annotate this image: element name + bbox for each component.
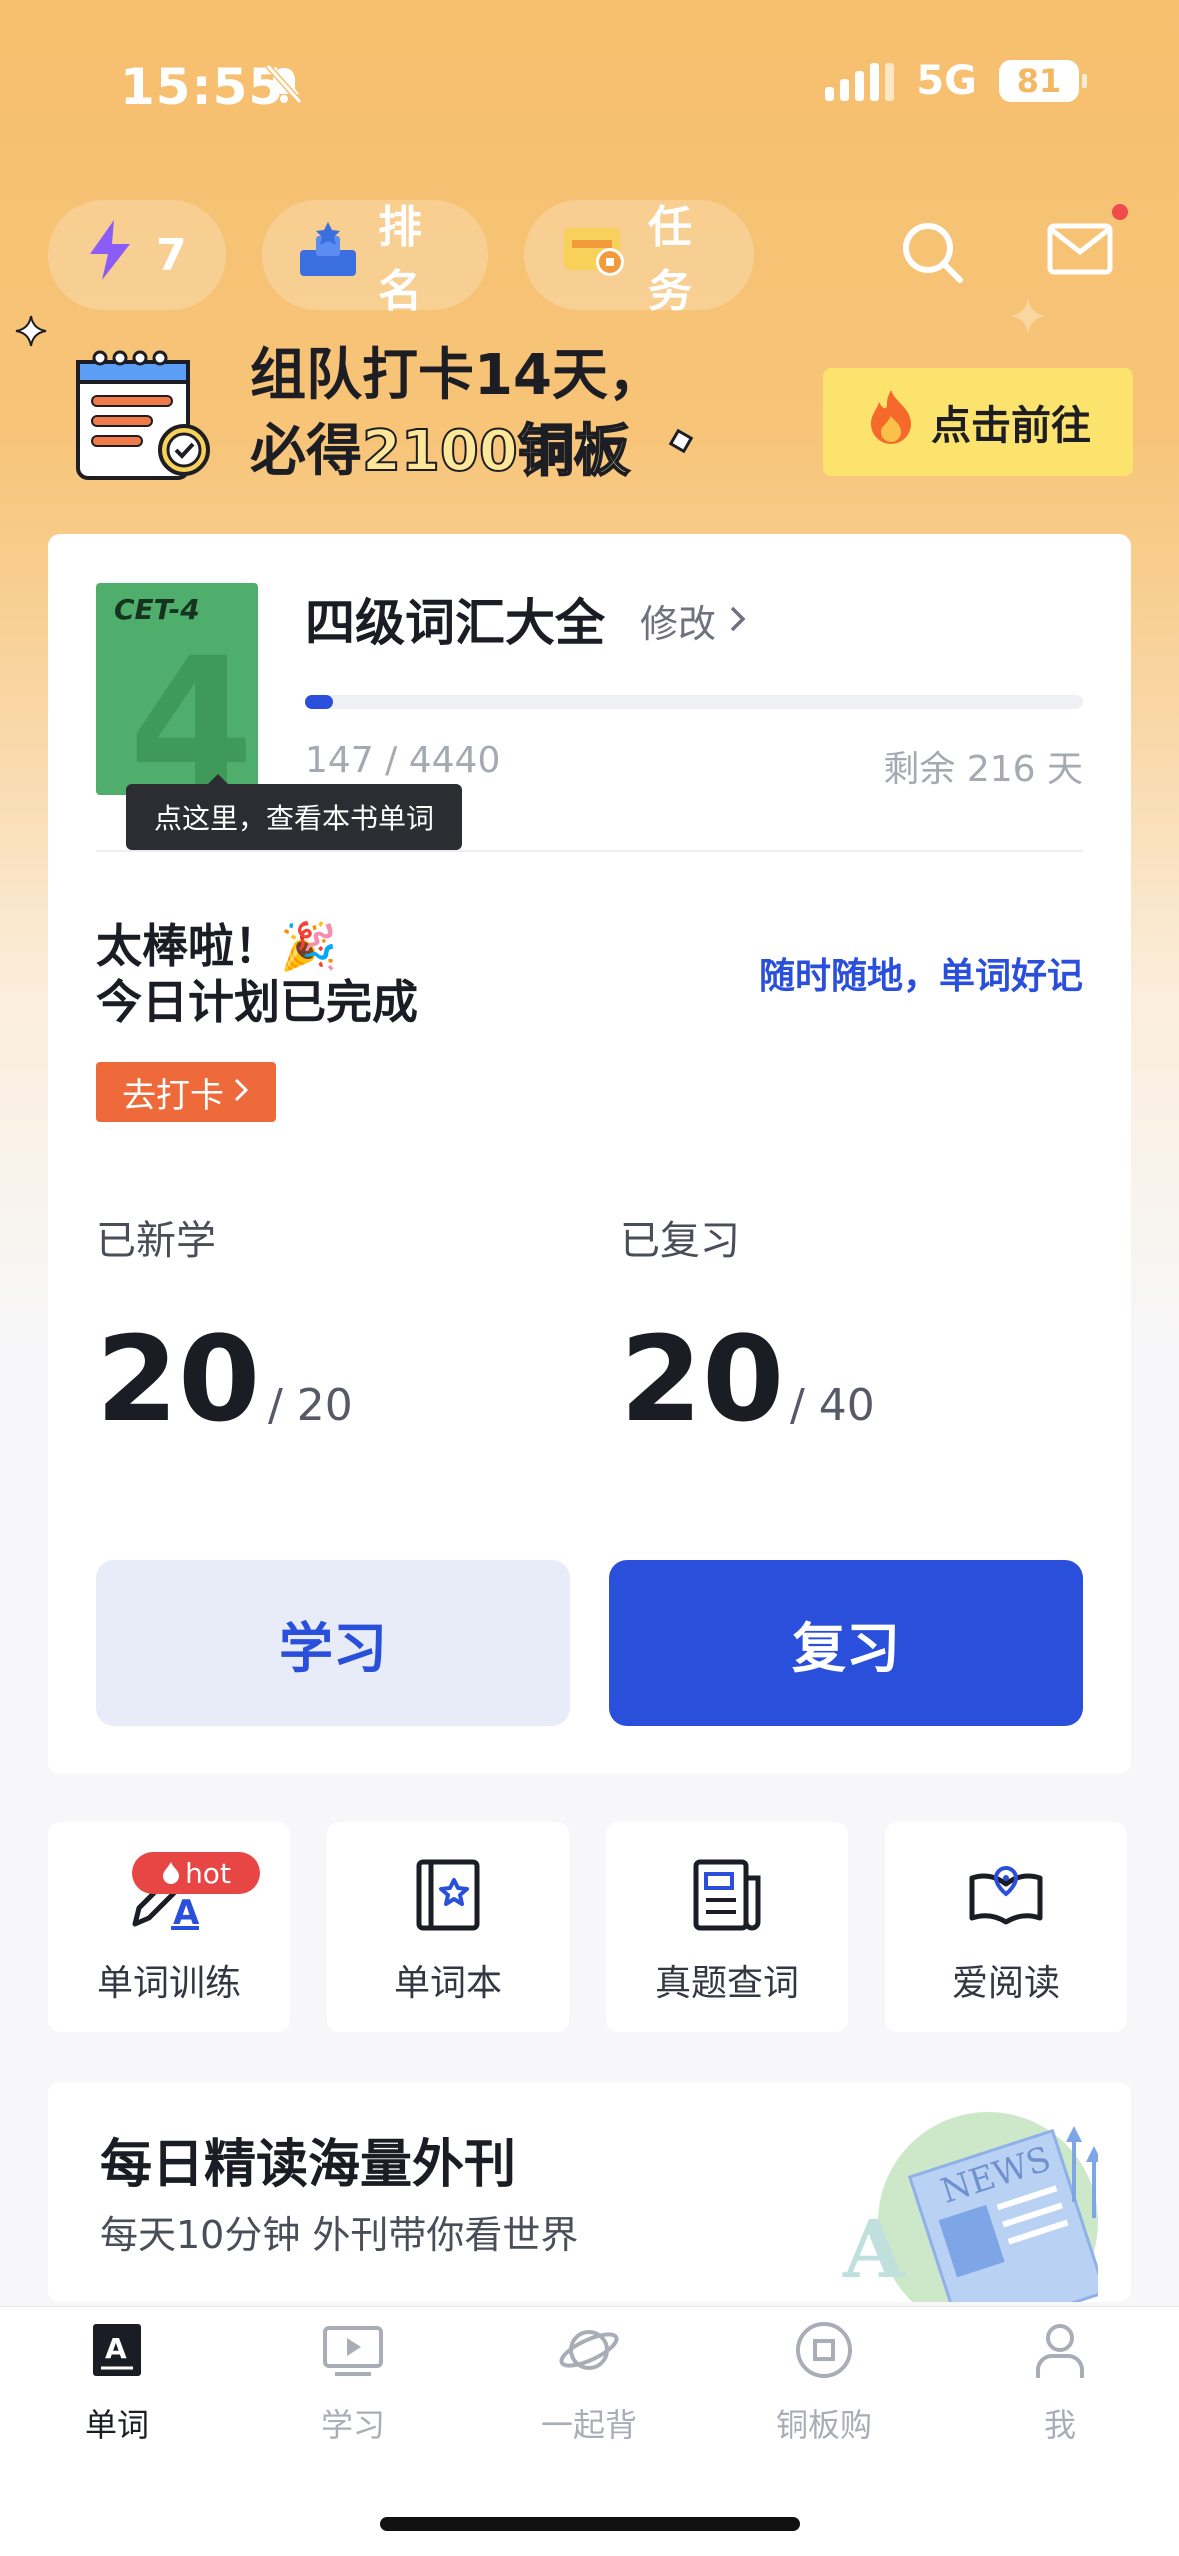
status-right: 5G 81 (825, 58, 1087, 104)
tool-reading[interactable]: 爱阅读 (885, 1822, 1127, 2032)
book-cover-number: 4 (128, 620, 254, 796)
tab-label: 铜板购 (775, 2406, 872, 2444)
banner-line2-prefix: 必得 (250, 419, 362, 484)
tab-label: 单词 (84, 2406, 149, 2444)
checkin-label: 去打卡 (122, 1075, 224, 1116)
plan-complete-text: 今日计划已完成 (96, 975, 418, 1029)
network-type: 5G (916, 58, 977, 104)
progress-count: 147 / 4440 (305, 740, 501, 781)
home-indicator (380, 2517, 800, 2531)
svg-text:A: A (105, 2332, 127, 2365)
hot-badge: hot (132, 1852, 260, 1894)
new-learned-total: / 20 (268, 1380, 353, 1431)
letter-a-book-icon: A (87, 2320, 147, 2388)
banner-title[interactable]: 组队打卡14天， 必得2100铜板 (250, 338, 664, 490)
book-tooltip[interactable]: 点这里，查看本书单词 (126, 774, 462, 850)
tool-wordbook[interactable]: 单词本 (327, 1822, 569, 2032)
coin-icon (794, 2320, 854, 2388)
modify-label: 修改 (640, 602, 717, 646)
remaining-days: 剩余 216 天 (883, 749, 1083, 790)
sparkle-faint-icon (1008, 296, 1048, 340)
progress-track (305, 695, 1083, 709)
calendar-check-icon (72, 344, 212, 488)
tab-together[interactable]: 一起背 (489, 2320, 689, 2446)
search-icon[interactable] (900, 220, 966, 290)
banner-cta-label: 点击前往 (931, 403, 1091, 449)
flame-icon (865, 388, 917, 456)
document-icon (690, 1858, 764, 1936)
learn-button[interactable]: 学习 (96, 1560, 570, 1726)
signal-icon (825, 61, 895, 101)
review-button[interactable]: 复习 (609, 1560, 1083, 1726)
hot-badge-label: hot (185, 1856, 231, 1890)
tool-word-training[interactable]: hot A 单词训练 (48, 1822, 290, 2032)
status-time: 15:55 (120, 58, 285, 116)
wordbook-star-icon (413, 1858, 483, 1936)
tab-label: 我 (1043, 2406, 1076, 2444)
ranking-label: 排名 (378, 202, 422, 317)
sparkle-icon (14, 314, 48, 352)
tool-exam-lookup[interactable]: 真题查词 (606, 1822, 848, 2032)
mail-unread-dot (1112, 204, 1128, 220)
battery-icon: 81 (999, 60, 1087, 102)
slogan-link[interactable]: 随时随地，单词好记 (759, 947, 1083, 999)
tab-words[interactable]: A 单词 (17, 2320, 217, 2446)
book-cover[interactable]: CET-4 4 (96, 583, 258, 795)
tab-me[interactable]: 我 (960, 2320, 1160, 2446)
chevron-right-icon (728, 599, 748, 643)
tool-label: 真题查词 (654, 1963, 799, 2004)
tab-coin-shop[interactable]: 铜板购 (724, 2320, 924, 2446)
new-learned-label: 已新学 (96, 1218, 216, 1264)
chevron-right-icon (232, 1072, 250, 1112)
video-screen-icon (321, 2320, 385, 2388)
mail-icon[interactable] (1046, 222, 1116, 282)
tool-label: 爱阅读 (951, 1963, 1060, 2004)
silent-bell-icon (262, 62, 306, 110)
podium-icon (296, 220, 360, 291)
energy-pill[interactable]: 7 (48, 200, 226, 310)
newspaper-icon: NEWS (898, 2122, 1107, 2302)
news-subtitle: 每天10分钟 外刊带你看世界 (100, 2213, 579, 2257)
reviewed-value: 20 (620, 1310, 785, 1448)
reviewed-total: / 40 (790, 1380, 875, 1431)
tasks-label: 任务 (648, 202, 692, 317)
energy-count: 7 (156, 229, 187, 281)
tab-label: 学习 (320, 2406, 385, 2444)
letter-a-decoration: A (843, 2202, 906, 2296)
banner-line2: 必得2100铜板 (250, 414, 664, 490)
progress-fill (305, 695, 333, 709)
new-learned-value: 20 (96, 1310, 261, 1448)
task-ticket-icon (558, 218, 630, 293)
confetti-decoration (668, 428, 694, 454)
book-title[interactable]: 四级词汇大全 (305, 583, 605, 655)
ranking-button[interactable]: 排名 (262, 200, 488, 317)
lightning-icon (82, 218, 138, 293)
planet-icon (557, 2320, 621, 2388)
banner-cta-button[interactable]: 点击前往 (823, 368, 1133, 476)
user-icon (1030, 2320, 1090, 2388)
checkin-button[interactable]: 去打卡 (96, 1062, 276, 1122)
card-divider (96, 850, 1083, 852)
tab-learn[interactable]: 学习 (253, 2320, 453, 2446)
tool-label: 单词训练 (96, 1963, 241, 2004)
banner-line1: 组队打卡14天， (250, 343, 664, 408)
tab-label: 一起背 (540, 2406, 637, 2444)
news-title: 每日精读海量外刊 (100, 2135, 517, 2195)
modify-book-link[interactable]: 修改 (640, 593, 748, 648)
reviewed-label: 已复习 (620, 1218, 740, 1264)
tool-label: 单词本 (393, 1963, 502, 2004)
open-book-icon (966, 1858, 1046, 1936)
tasks-button[interactable]: 任务 (524, 200, 754, 317)
banner-reward: 2100铜板 (361, 418, 631, 485)
